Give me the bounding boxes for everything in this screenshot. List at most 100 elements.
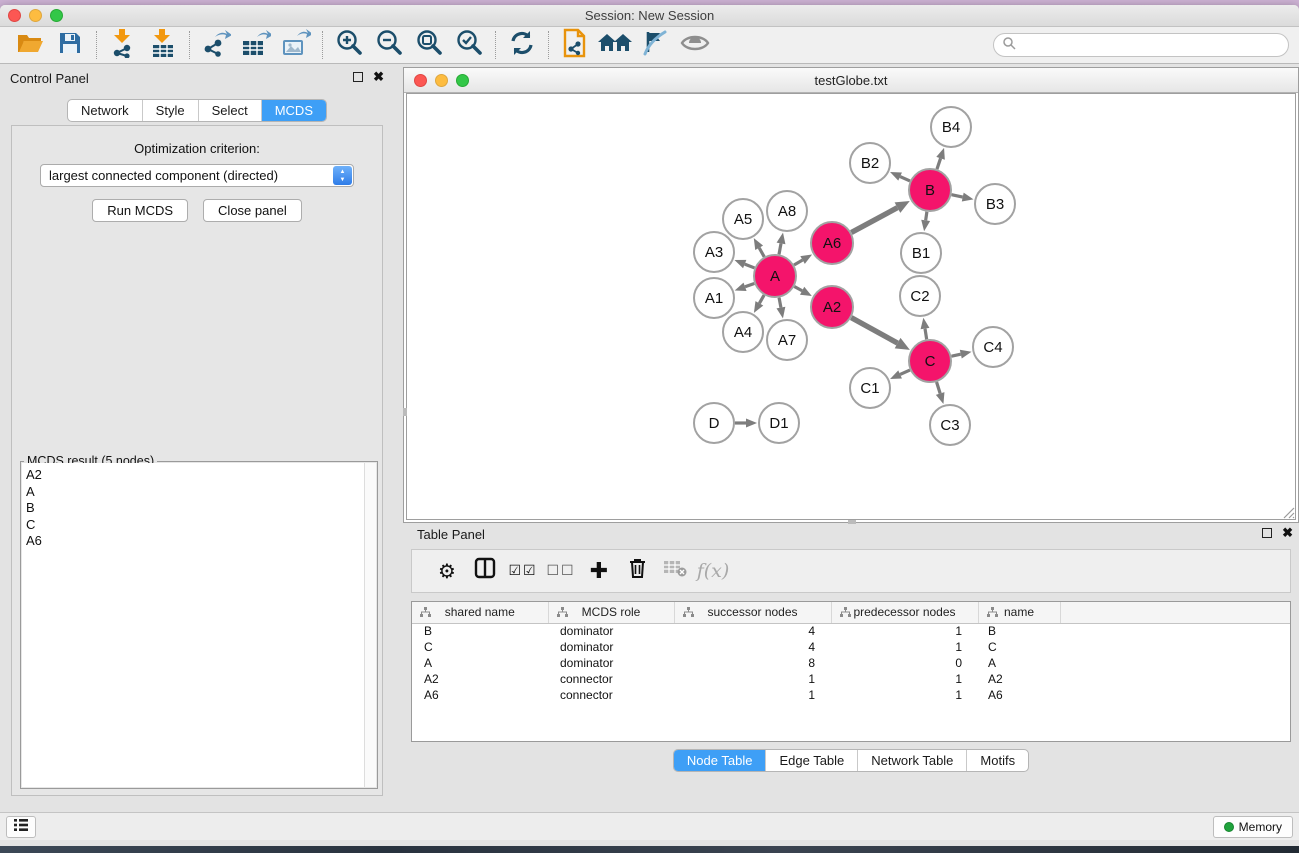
zoom-selected-icon (455, 29, 483, 62)
tab-select[interactable]: Select (198, 100, 261, 121)
table-panel-title: Table Panel (403, 525, 1299, 545)
tab-network[interactable]: Network (68, 100, 142, 121)
edge-C-C3[interactable] (937, 382, 941, 394)
zoom-selected-button[interactable] (449, 29, 489, 61)
zoom-window-button[interactable] (50, 9, 63, 22)
mcds-result-item[interactable]: A (26, 484, 364, 501)
import-table-button[interactable] (143, 29, 183, 61)
result-scrollbar[interactable] (364, 463, 376, 787)
column-header-predecessor-nodes[interactable]: predecessor nodes (831, 602, 978, 623)
edge-A-A5[interactable] (759, 248, 764, 257)
mcds-result-item[interactable]: A6 (26, 533, 364, 550)
network-graph[interactable]: B4B2BB3A8A5A6A3B1AC2A1A2A4A7C4CC1C3DD1 (407, 94, 1296, 520)
close-window-button[interactable] (8, 9, 21, 22)
home-button[interactable] (595, 29, 635, 61)
tab-mcds[interactable]: MCDS (261, 100, 326, 121)
edge-A-A6[interactable] (794, 260, 803, 265)
run-mcds-button[interactable]: Run MCDS (92, 199, 188, 222)
edge-B-B2[interactable] (900, 177, 910, 181)
network-zoom-button[interactable] (456, 74, 469, 87)
optimization-criterion-value: largest connected component (directed) (49, 168, 278, 183)
column-selector-icon[interactable] (466, 557, 504, 585)
mcds-result-list[interactable]: A2ABCA6 (22, 463, 364, 787)
column-header-successor-nodes[interactable]: successor nodes (674, 602, 831, 623)
float-panel-icon[interactable] (1262, 528, 1272, 538)
edge-A6-B[interactable] (851, 208, 897, 233)
edge-A-A2[interactable] (794, 287, 802, 291)
edge-B-B1[interactable] (926, 212, 927, 221)
save-session-button[interactable] (50, 29, 90, 61)
edge-B-B3[interactable] (952, 195, 963, 197)
edge-C-C4[interactable] (951, 354, 960, 356)
column-header-MCDS-role[interactable]: MCDS role (548, 602, 674, 623)
select-all-checks-icon[interactable]: ☑☑ (504, 563, 542, 579)
mcds-result-item[interactable]: B (26, 500, 364, 517)
export-image-button[interactable] (276, 29, 316, 61)
refresh-layout-button[interactable] (502, 29, 542, 61)
search-input[interactable] (1016, 36, 1288, 54)
hide-flagged-button[interactable] (635, 29, 675, 61)
search-box[interactable] (993, 33, 1289, 57)
column-header-shared-name[interactable]: shared name (412, 602, 548, 623)
import-network-icon (109, 28, 137, 63)
memory-button[interactable]: Memory (1213, 816, 1293, 838)
open-folder-icon (16, 31, 44, 60)
zoom-out-button[interactable] (369, 29, 409, 61)
edge-A-A7[interactable] (779, 298, 781, 308)
edge-C-C1[interactable] (900, 370, 910, 374)
optimization-criterion-select[interactable]: largest connected component (directed) ▲… (40, 164, 354, 187)
tab-style[interactable]: Style (142, 100, 198, 121)
zoom-in-button[interactable] (329, 29, 369, 61)
tab-network-table[interactable]: Network Table (857, 750, 966, 771)
close-panel-icon[interactable]: ✖ (373, 72, 384, 82)
close-panel-icon[interactable]: ✖ (1282, 528, 1293, 538)
zoom-out-icon (375, 29, 403, 62)
export-network-button[interactable] (196, 29, 236, 61)
delete-column-trash-icon[interactable] (618, 557, 656, 585)
tab-edge-table[interactable]: Edge Table (765, 750, 857, 771)
import-network-button[interactable] (103, 29, 143, 61)
app-titlebar: Session: New Session (0, 5, 1299, 27)
table-row[interactable]: Adominator80A (412, 655, 1290, 671)
table-row[interactable]: Bdominator41B (412, 623, 1290, 639)
table-row[interactable]: A6connector11A6 (412, 687, 1290, 703)
network-close-button[interactable] (414, 74, 427, 87)
network-minimize-button[interactable] (435, 74, 448, 87)
add-column-icon[interactable]: ✚ (580, 559, 618, 584)
refresh-icon (509, 30, 535, 61)
tab-motifs[interactable]: Motifs (966, 750, 1028, 771)
app-title: Session: New Session (0, 5, 1299, 27)
open-session-button[interactable] (10, 29, 50, 61)
show-eye-button[interactable] (675, 29, 715, 61)
edge-A-A1[interactable] (745, 283, 754, 286)
task-history-button[interactable] (6, 816, 36, 838)
node-label-A7: A7 (778, 332, 796, 349)
table-tabs: Node TableEdge TableNetwork TableMotifs (403, 749, 1299, 772)
mcds-result-item[interactable]: A2 (26, 467, 364, 484)
desktop-wallpaper-strip (0, 846, 1299, 853)
edge-C-C2[interactable] (925, 329, 927, 340)
column-header-name[interactable]: name (978, 602, 1060, 623)
tab-node-table[interactable]: Node Table (674, 750, 766, 771)
table-row[interactable]: A2connector11A2 (412, 671, 1290, 687)
minimize-window-button[interactable] (29, 9, 42, 22)
network-canvas[interactable]: B4B2BB3A8A5A6A3B1AC2A1A2A4A7C4CC1C3DD1 (406, 93, 1296, 520)
close-panel-button[interactable]: Close panel (203, 199, 302, 222)
edge-A2-C[interactable] (851, 318, 897, 344)
mcds-result-item[interactable]: C (26, 517, 364, 534)
table-settings-gear-icon[interactable]: ⚙ (428, 559, 466, 583)
table-row[interactable]: Cdominator41C (412, 639, 1290, 655)
edge-A-A3[interactable] (745, 264, 755, 268)
deselect-all-checks-icon[interactable]: ☐☐ (542, 563, 580, 579)
resize-grip-icon[interactable] (1281, 505, 1295, 519)
edge-A-A8[interactable] (779, 243, 781, 254)
float-panel-icon[interactable] (353, 72, 363, 82)
task-list-icon (13, 818, 29, 837)
export-table-button[interactable] (236, 29, 276, 61)
clone-network-button[interactable] (555, 29, 595, 61)
node-table[interactable]: shared nameMCDS rolesuccessor nodesprede… (412, 602, 1290, 703)
edge-B-B4[interactable] (937, 158, 941, 169)
toolbar-separator (96, 31, 97, 59)
zoom-fit-button[interactable] (409, 29, 449, 61)
edge-A-A4[interactable] (759, 295, 764, 303)
